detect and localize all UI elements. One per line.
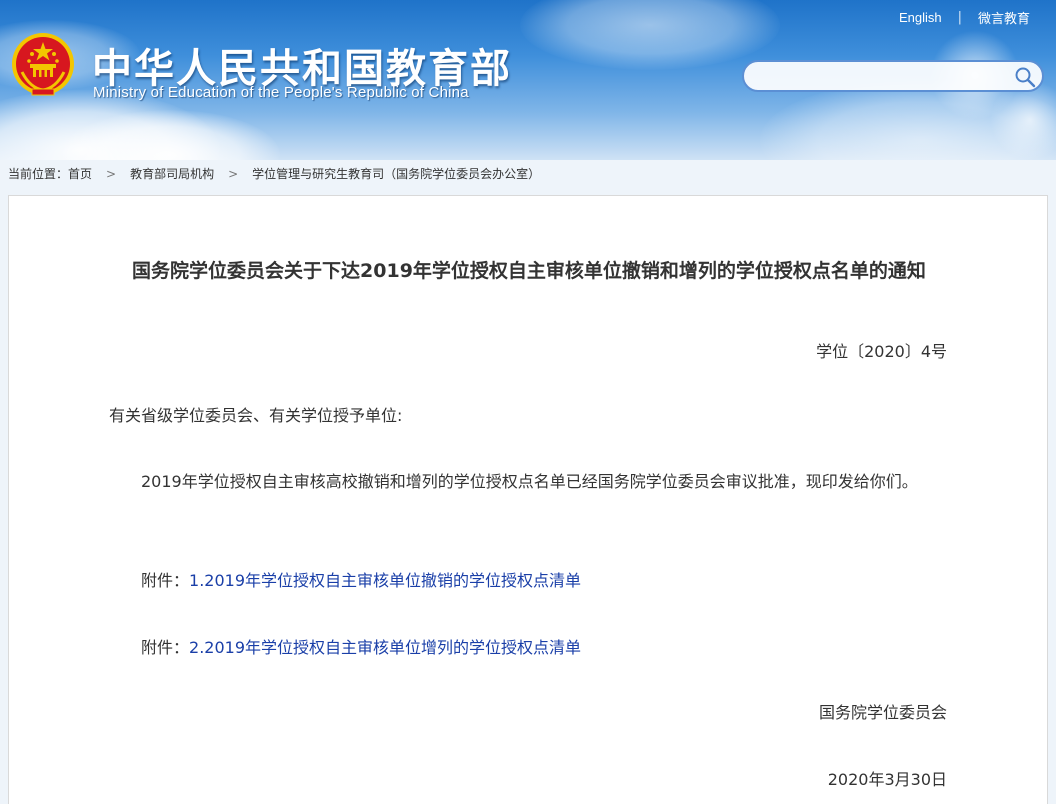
document-signer: 国务院学位委员会 xyxy=(818,703,947,722)
document-body: 2019年学位授权自主审核高校撤销和增列的学位授权点名单已经国务院学位委员会审议… xyxy=(141,472,918,491)
search-box xyxy=(742,60,1044,92)
cloud-decoration xyxy=(520,0,780,70)
top-links: English | 微言教育 xyxy=(899,8,1030,27)
document-salutation: 有关省级学位委员会、有关学位授予单位: xyxy=(109,406,403,425)
breadcrumb-separator: > xyxy=(106,166,117,181)
search-icon[interactable] xyxy=(1014,66,1036,88)
breadcrumb-bureaus[interactable]: 教育部司局机构 xyxy=(130,165,214,182)
breadcrumb-home[interactable]: 首页 xyxy=(68,165,92,182)
breadcrumb-department[interactable]: 学位管理与研究生教育司（国务院学位委员会办公室） xyxy=(252,165,540,182)
document-number: 学位〔2020〕4号 xyxy=(816,342,947,361)
search-input[interactable] xyxy=(758,67,1008,87)
content-panel: 国务院学位委员会关于下达2019年学位授权自主审核单位撤销和增列的学位授权点名单… xyxy=(8,195,1048,804)
weiyan-link[interactable]: 微言教育 xyxy=(978,8,1030,27)
attachment-item: 附件：1.2019年学位授权自主审核单位撤销的学位授权点清单 xyxy=(141,565,971,597)
document-date: 2020年3月30日 xyxy=(827,770,947,789)
national-emblem-icon xyxy=(10,30,76,98)
breadcrumb-label: 当前位置： xyxy=(8,167,69,181)
site-header: 中华人民共和国教育部 Ministry of Education of the … xyxy=(0,0,1056,160)
breadcrumb-separator: > xyxy=(228,166,239,181)
attachment-item: 附件：2.2019年学位授权自主审核单位增列的学位授权点清单 xyxy=(141,632,971,664)
document-title: 国务院学位委员会关于下达2019年学位授权自主审核单位撤销和增列的学位授权点名单… xyxy=(132,260,926,282)
english-link[interactable]: English xyxy=(899,10,942,25)
attachment-link-2[interactable]: 2.2019年学位授权自主审核单位增列的学位授权点清单 xyxy=(189,638,581,657)
attachment-prefix: 附件： xyxy=(141,571,190,590)
site-subtitle: Ministry of Education of the People's Re… xyxy=(93,84,469,101)
link-separator: | xyxy=(957,10,962,25)
breadcrumb: 当前位置： 首页 > 教育部司局机构 > 学位管理与研究生教育司（国务院学位委员… xyxy=(8,165,540,182)
attachment-link-1[interactable]: 1.2019年学位授权自主审核单位撤销的学位授权点清单 xyxy=(189,571,581,590)
attachment-prefix: 附件： xyxy=(141,638,190,657)
